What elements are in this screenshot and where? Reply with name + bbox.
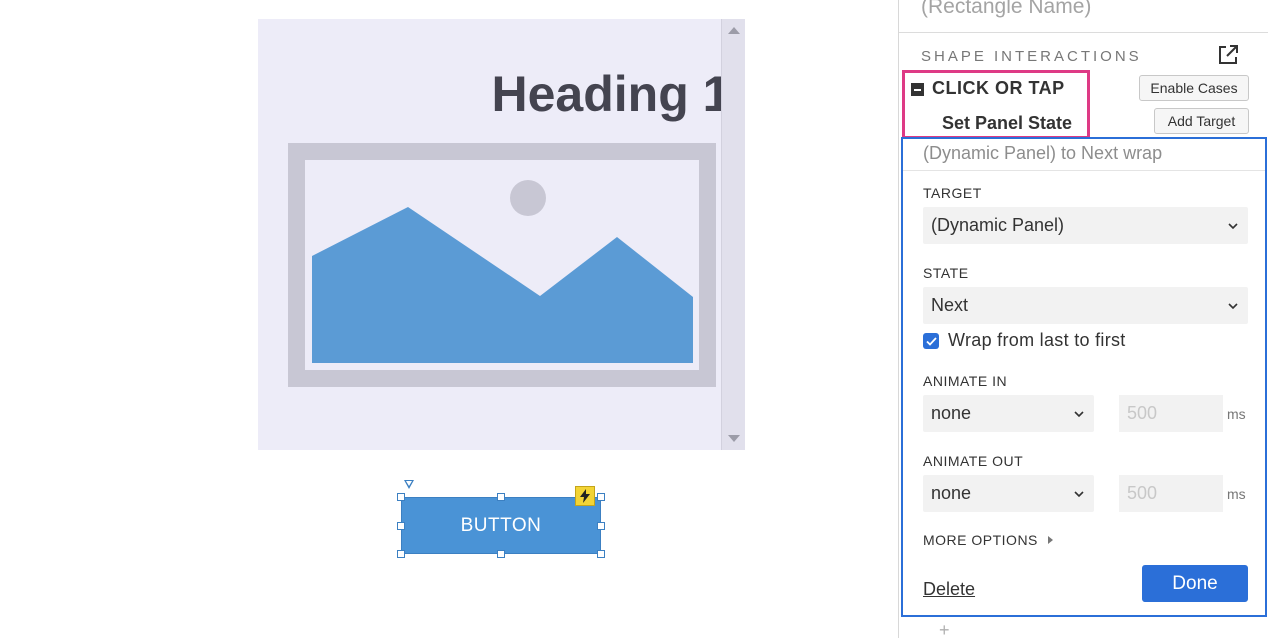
panel-scrollbar[interactable] xyxy=(721,19,745,450)
resize-handle-ne[interactable] xyxy=(597,493,605,501)
ms-unit-label: ms xyxy=(1227,406,1246,422)
target-label: TARGET xyxy=(923,185,982,201)
event-highlight: CLICK OR TAP Set Panel State xyxy=(902,70,1090,139)
chevron-down-icon xyxy=(1228,302,1238,309)
target-select-value: (Dynamic Panel) xyxy=(931,215,1065,235)
resize-handle-n[interactable] xyxy=(497,493,505,501)
animate-out-duration-input[interactable] xyxy=(1119,475,1223,512)
resize-handle-e[interactable] xyxy=(597,522,605,530)
animate-out-select[interactable]: none xyxy=(923,475,1094,512)
delete-link[interactable]: Delete xyxy=(923,579,975,600)
minus-square-icon[interactable] xyxy=(911,83,924,96)
triangle-right-icon xyxy=(1047,536,1053,544)
wrap-checkbox[interactable] xyxy=(923,333,939,349)
event-label[interactable]: CLICK OR TAP xyxy=(932,78,1065,99)
target-select[interactable]: (Dynamic Panel) xyxy=(923,207,1248,244)
action-summary: (Dynamic Panel) to Next wrap xyxy=(923,143,1163,163)
state-select[interactable]: Next xyxy=(923,287,1248,324)
resize-handle-sw[interactable] xyxy=(397,550,405,558)
design-canvas[interactable]: Heading 1 BUTTON xyxy=(0,0,898,638)
lightning-bolt-icon[interactable] xyxy=(575,486,595,506)
add-target-button[interactable]: Add Target xyxy=(1154,108,1249,134)
chevron-down-icon xyxy=(1228,222,1238,229)
dynamic-panel[interactable]: Heading 1 xyxy=(258,19,745,450)
button-widget-label[interactable]: BUTTON xyxy=(401,497,601,554)
animate-in-duration-input[interactable] xyxy=(1119,395,1223,432)
panel-heading: Heading 1 xyxy=(491,66,731,122)
more-options-label: MORE OPTIONS xyxy=(923,532,1038,548)
chevron-down-icon xyxy=(1074,490,1084,497)
check-icon xyxy=(925,336,937,346)
animate-in-select[interactable]: none xyxy=(923,395,1094,432)
ms-unit-label: ms xyxy=(1227,486,1246,502)
divider xyxy=(903,170,1265,171)
shape-name-field[interactable]: (Rectangle Name) xyxy=(921,0,1091,19)
triangle-down-icon xyxy=(404,480,414,489)
canvas-button-widget[interactable]: BUTTON xyxy=(397,493,605,558)
divider xyxy=(899,32,1268,33)
state-label: STATE xyxy=(923,265,969,281)
more-options-toggle[interactable]: MORE OPTIONS xyxy=(923,532,1053,548)
enable-cases-button[interactable]: Enable Cases xyxy=(1139,75,1249,101)
animate-in-label: ANIMATE IN xyxy=(923,373,1008,389)
resize-handle-nw[interactable] xyxy=(397,493,405,501)
resize-handle-s[interactable] xyxy=(497,550,505,558)
wrap-checkbox-label[interactable]: Wrap from last to first xyxy=(948,330,1126,351)
scroll-up-arrow-icon[interactable] xyxy=(728,27,740,34)
image-placeholder-icon xyxy=(288,143,716,387)
scroll-down-arrow-icon[interactable] xyxy=(728,435,740,442)
resize-handle-w[interactable] xyxy=(397,522,405,530)
action-label[interactable]: Set Panel State xyxy=(942,113,1072,134)
action-editor: (Dynamic Panel) to Next wrap TARGET (Dyn… xyxy=(901,137,1267,617)
animate-out-value: none xyxy=(931,483,972,503)
animate-in-value: none xyxy=(931,403,972,423)
chevron-down-icon xyxy=(1074,410,1084,417)
animate-out-label: ANIMATE OUT xyxy=(923,453,1024,469)
interactions-panel: (Rectangle Name) SHAPE INTERACTIONS CLIC… xyxy=(898,0,1268,640)
external-link-icon[interactable] xyxy=(1217,44,1239,66)
section-title: SHAPE INTERACTIONS xyxy=(921,48,1142,65)
done-button[interactable]: Done xyxy=(1142,565,1248,602)
resize-handle-se[interactable] xyxy=(597,550,605,558)
state-select-value: Next xyxy=(931,295,969,315)
